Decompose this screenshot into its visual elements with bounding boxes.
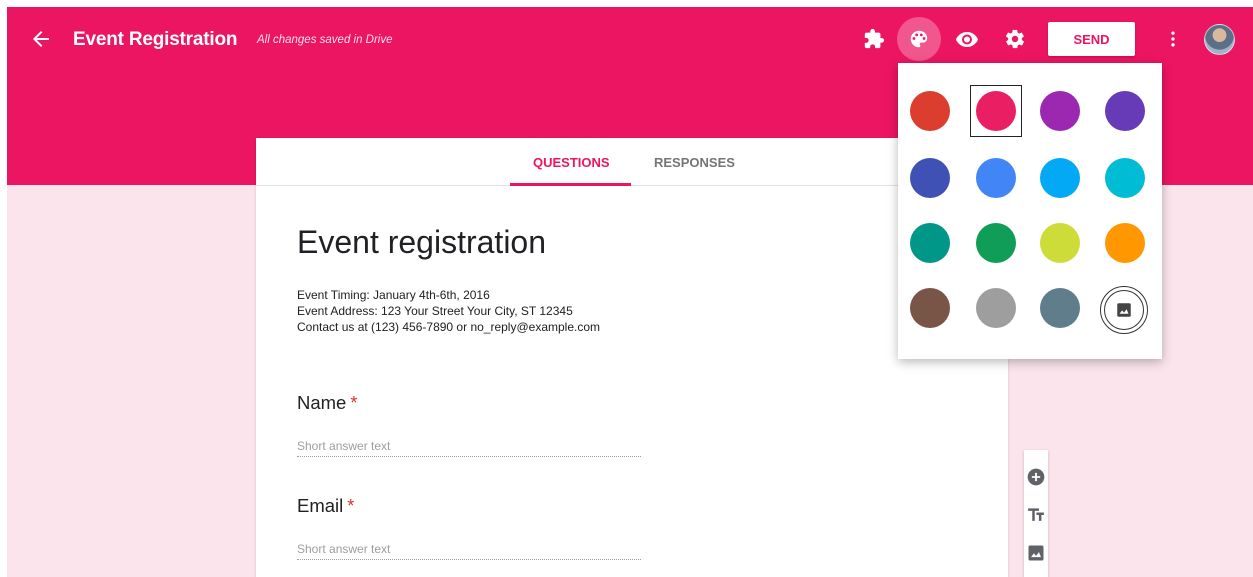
color-swatch[interactable] <box>976 288 1016 328</box>
color-swatch[interactable] <box>910 158 950 198</box>
avatar[interactable] <box>1204 24 1235 55</box>
theme-image-inner <box>1104 290 1144 330</box>
forms-app: Event Registration All changes saved in … <box>7 7 1253 577</box>
short-answer-field[interactable]: Short answer text <box>297 439 641 457</box>
color-swatch[interactable] <box>910 91 950 131</box>
color-swatch[interactable] <box>910 223 950 263</box>
color-swatch[interactable] <box>1040 91 1080 131</box>
add-circle-icon[interactable] <box>1024 465 1048 489</box>
puzzle-icon[interactable] <box>859 24 889 54</box>
color-swatch[interactable] <box>976 91 1016 131</box>
eye-icon[interactable] <box>952 24 982 54</box>
image-icon <box>1117 303 1131 317</box>
send-button[interactable]: SEND <box>1048 22 1135 56</box>
theme-color-picker <box>898 63 1162 359</box>
gear-icon[interactable] <box>1000 24 1030 54</box>
form-card: QUESTIONS RESPONSES Event registration E… <box>256 138 1008 577</box>
color-swatch[interactable] <box>1105 158 1145 198</box>
question-title-email[interactable]: Email * <box>297 495 354 517</box>
save-status: All changes saved in Drive <box>257 34 393 46</box>
form-description[interactable]: Event Timing: January 4th-6th, 2016 Even… <box>297 287 600 335</box>
back-arrow-icon[interactable] <box>29 27 53 51</box>
description-line: Contact us at (123) 456-7890 or no_reply… <box>297 320 601 334</box>
color-swatch[interactable] <box>1040 158 1080 198</box>
active-tab-indicator <box>510 183 631 186</box>
description-line: Event Address: 123 Your Street Your City… <box>297 304 573 318</box>
form-title[interactable]: Event registration <box>297 224 546 261</box>
more-vert-icon[interactable] <box>1158 24 1188 54</box>
theme-image-option[interactable] <box>1100 286 1148 334</box>
tab-responses[interactable]: RESPONSES <box>654 155 735 170</box>
question-label: Email <box>297 495 344 516</box>
text-icon[interactable] <box>1024 503 1048 527</box>
palette-icon[interactable] <box>897 17 941 61</box>
color-swatch[interactable] <box>910 288 950 328</box>
tab-bar: QUESTIONS RESPONSES <box>256 138 1008 186</box>
required-asterisk: * <box>350 393 358 413</box>
color-swatch[interactable] <box>1040 223 1080 263</box>
tab-questions[interactable]: QUESTIONS <box>533 155 610 170</box>
app-title: Event Registration <box>73 29 238 50</box>
color-swatch[interactable] <box>976 223 1016 263</box>
question-title-name[interactable]: Name * <box>297 392 357 414</box>
color-swatch[interactable] <box>976 158 1016 198</box>
color-swatch[interactable] <box>1105 223 1145 263</box>
color-swatch[interactable] <box>1105 91 1145 131</box>
question-label: Name <box>297 392 347 413</box>
description-line: Event Timing: January 4th-6th, 2016 <box>297 288 490 302</box>
image-icon[interactable] <box>1024 541 1048 565</box>
short-answer-field[interactable]: Short answer text <box>297 542 641 560</box>
color-swatch[interactable] <box>1040 288 1080 328</box>
required-asterisk: * <box>347 496 355 516</box>
question-toolbar <box>1024 450 1048 577</box>
